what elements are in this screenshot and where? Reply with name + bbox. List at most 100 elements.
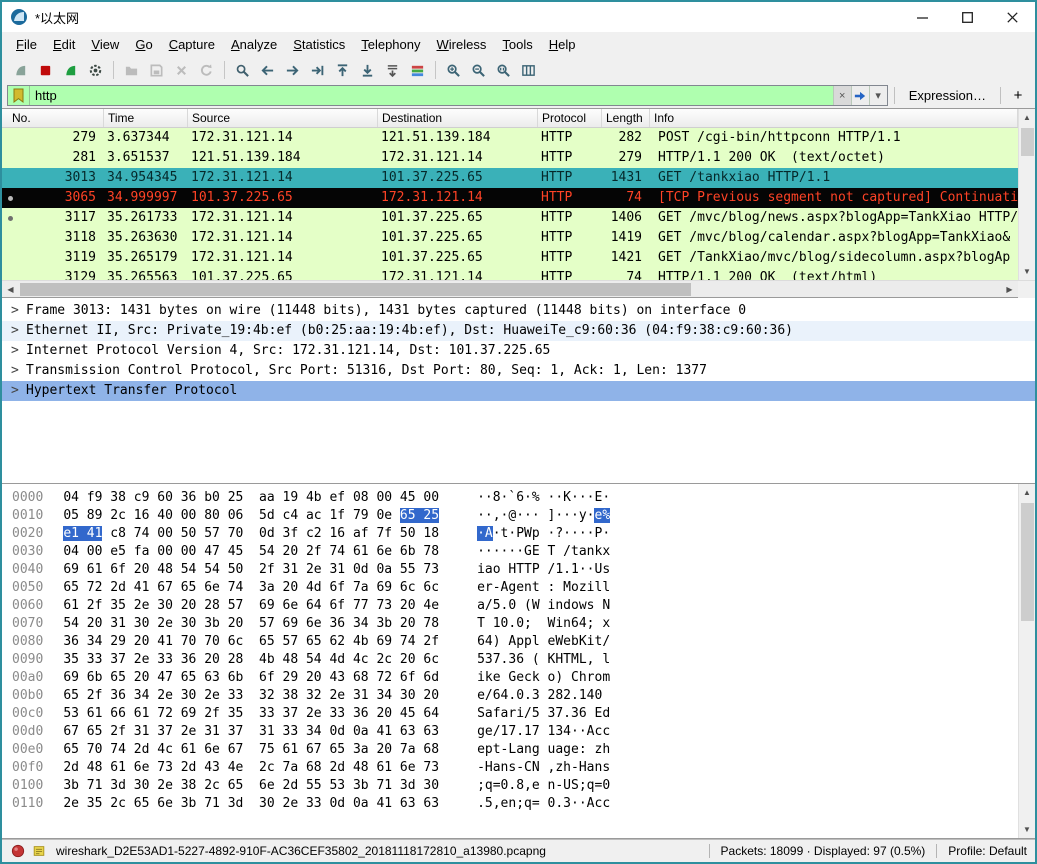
hex-byte[interactable]: 6e <box>376 544 392 559</box>
hex-byte[interactable]: 2e <box>63 796 79 811</box>
hex-byte[interactable]: 65 <box>63 742 79 757</box>
hex-byte[interactable]: 2f <box>306 544 322 559</box>
hex-byte[interactable]: 2c <box>204 778 220 793</box>
hex-byte[interactable]: fa <box>134 544 150 559</box>
hex-byte[interactable]: 65 <box>181 670 197 685</box>
hex-byte[interactable]: 33 <box>259 706 275 721</box>
ascii-char[interactable]: x <box>602 616 610 631</box>
hex-row-0000[interactable]: 0000 04 f9 38 c9 60 36 b0 25 aa 19 4b ef … <box>2 489 1018 507</box>
hex-row-0050[interactable]: 0050 65 72 2d 41 67 65 6e 74 3a 20 4d 6f … <box>2 579 1018 597</box>
detail-row-1[interactable]: > Ethernet II, Src: Private_19:4b:ef (b0:… <box>2 321 1035 341</box>
ascii-char[interactable]: · <box>563 508 571 523</box>
ascii-char[interactable]: = <box>532 796 540 811</box>
hex-byte[interactable]: 65 <box>63 580 79 595</box>
hex-byte[interactable]: 16 <box>134 508 150 523</box>
hex-byte[interactable]: 65 <box>87 724 103 739</box>
ascii-char[interactable]: p <box>485 742 493 757</box>
hex-byte[interactable]: 6c <box>400 580 416 595</box>
hex-byte[interactable]: e1 <box>63 526 79 541</box>
menu-edit[interactable]: Edit <box>45 34 83 55</box>
hex-byte[interactable]: 0d <box>259 526 275 541</box>
hex-byte[interactable]: 6f <box>110 562 126 577</box>
hex-byte[interactable]: 41 <box>134 580 150 595</box>
ascii-char[interactable]: T <box>524 562 532 577</box>
ascii-char[interactable]: h <box>602 742 610 757</box>
ascii-char[interactable]: 8 <box>516 778 524 793</box>
hex-byte[interactable]: 41 <box>86 526 103 541</box>
ascii-char[interactable]: 5 <box>485 796 493 811</box>
hex-byte[interactable]: 25 <box>228 490 244 505</box>
hex-byte[interactable]: 3a <box>259 580 275 595</box>
resize-columns-icon[interactable] <box>517 59 540 81</box>
hex-row-00b0[interactable]: 00b0 65 2f 36 34 2e 30 2e 33 32 38 32 2e … <box>2 687 1018 705</box>
hex-byte[interactable]: 50 <box>181 526 197 541</box>
ascii-char[interactable]: 6 <box>571 616 579 631</box>
hex-byte[interactable]: 3b <box>63 778 79 793</box>
ascii-char[interactable]: . <box>563 706 571 721</box>
hex-byte[interactable]: 54 <box>306 652 322 667</box>
scroll-left-arrow-icon[interactable]: ◀ <box>2 281 19 298</box>
hex-byte[interactable]: 0a <box>376 562 392 577</box>
hex-byte[interactable]: 6f <box>400 670 416 685</box>
ascii-char[interactable]: t <box>493 742 501 757</box>
hex-byte[interactable]: 2f <box>204 706 220 721</box>
ascii-char[interactable]: · <box>485 508 493 523</box>
ascii-char[interactable]: 6 <box>579 706 587 721</box>
hex-byte[interactable]: 20 <box>134 562 150 577</box>
hex-byte[interactable]: 55 <box>306 778 322 793</box>
hex-byte[interactable]: 2e <box>157 688 173 703</box>
hex-byte[interactable]: 32 <box>259 688 275 703</box>
hex-byte[interactable]: 2f <box>110 724 126 739</box>
packet-row-279[interactable]: 279 3.637344 172.31.121.14 121.51.139.184 HT… <box>2 128 1018 148</box>
ascii-char[interactable]: L <box>579 652 587 667</box>
ascii-char[interactable]: 3 <box>563 796 571 811</box>
ascii-char[interactable]: K <box>579 634 587 649</box>
hex-byte[interactable]: 2e <box>329 688 345 703</box>
hex-byte[interactable]: 74 <box>228 580 244 595</box>
hex-byte[interactable]: 37 <box>228 724 244 739</box>
hex-byte[interactable]: 45 <box>400 706 416 721</box>
ascii-char[interactable]: n <box>524 580 532 595</box>
hex-byte[interactable]: 2f <box>87 688 103 703</box>
hex-byte[interactable]: 34 <box>353 616 369 631</box>
hex-vscrollbar[interactable]: ▲ ▼ <box>1018 484 1035 838</box>
ascii-char[interactable]: H <box>555 652 563 667</box>
ascii-char[interactable]: , <box>524 778 532 793</box>
ascii-char[interactable]: e <box>477 688 485 703</box>
ascii-char[interactable]: s <box>602 760 610 775</box>
ascii-char[interactable]: z <box>579 580 587 595</box>
hex-byte[interactable]: 2c <box>110 508 126 523</box>
status-profile-text[interactable]: Profile: Default <box>948 844 1027 858</box>
ascii-char[interactable]: m <box>602 670 610 685</box>
hex-byte[interactable]: 60 <box>157 490 173 505</box>
ascii-char[interactable]: 5 <box>493 598 501 613</box>
hex-byte[interactable]: 30 <box>134 778 150 793</box>
hex-byte[interactable]: 2d <box>63 760 79 775</box>
hex-byte[interactable]: 4b <box>306 490 322 505</box>
hex-byte[interactable]: 3b <box>353 778 369 793</box>
ascii-char[interactable]: - <box>516 760 524 775</box>
ascii-char[interactable]: 6 <box>493 688 501 703</box>
hex-byte[interactable]: 63 <box>204 670 220 685</box>
hex-byte[interactable]: aa <box>259 490 275 505</box>
hex-byte[interactable]: 34 <box>87 634 103 649</box>
menu-help[interactable]: Help <box>541 34 584 55</box>
ascii-char[interactable]: 5 <box>477 652 485 667</box>
go-forward-icon[interactable] <box>281 59 304 81</box>
ascii-char[interactable]: c <box>602 724 610 739</box>
add-filter-button[interactable]: + <box>1007 87 1029 104</box>
hex-byte[interactable]: 2f <box>423 634 439 649</box>
hex-byte[interactable]: 47 <box>204 544 220 559</box>
hex-byte[interactable]: 67 <box>228 742 244 757</box>
hex-byte[interactable]: 2e <box>157 778 173 793</box>
ascii-char[interactable]: H <box>485 760 493 775</box>
ascii-char[interactable]: o <box>571 598 579 613</box>
ascii-char[interactable]: W <box>555 634 563 649</box>
hex-byte[interactable]: 6f <box>329 580 345 595</box>
hex-byte[interactable]: 65 <box>110 670 126 685</box>
hex-byte[interactable]: 34 <box>306 724 322 739</box>
find-packet-icon[interactable] <box>231 59 254 81</box>
hex-byte[interactable]: 30 <box>181 688 197 703</box>
hex-byte[interactable]: 04 <box>63 490 79 505</box>
ascii-char[interactable]: - <box>493 580 501 595</box>
